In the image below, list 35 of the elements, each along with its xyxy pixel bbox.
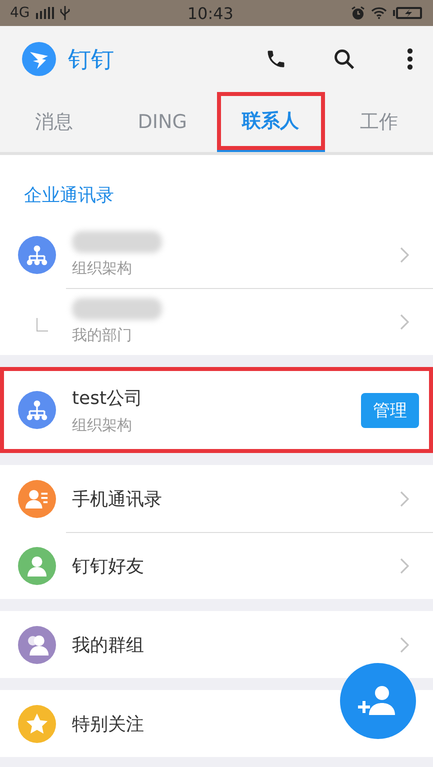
tab[interactable]: 联系人 xyxy=(216,92,325,152)
tab[interactable]: 工作 xyxy=(324,92,433,152)
search-icon[interactable] xyxy=(333,48,355,70)
phone-icon[interactable] xyxy=(265,48,287,70)
row-subtitle: 组织架构 xyxy=(72,259,133,278)
signal-icon xyxy=(36,7,54,19)
battery-icon xyxy=(393,6,423,20)
tree-branch-icon xyxy=(36,318,48,332)
list-row[interactable]: test公司 组织架构 管理 xyxy=(0,367,433,453)
list-row[interactable]: 钉钉好友 xyxy=(0,532,433,599)
list-row[interactable]: 我的部门 xyxy=(0,288,433,355)
tab[interactable]: 消息 xyxy=(0,92,108,152)
more-icon[interactable] xyxy=(407,48,413,70)
row-title: 钉钉好友 xyxy=(72,554,145,578)
tab[interactable]: DING xyxy=(108,92,216,152)
list-row[interactable]: 特别关注 xyxy=(0,690,433,757)
row-subtitle: 组织架构 xyxy=(72,416,133,434)
section-header: 企业通讯录 xyxy=(23,184,115,208)
row-title: 手机通讯录 xyxy=(72,488,163,510)
row-title: 我的群组 xyxy=(72,634,145,656)
app-title: 钉钉 xyxy=(68,46,114,74)
alarm-icon xyxy=(351,6,365,20)
status-time: 10:43 xyxy=(187,4,234,22)
add-contact-button[interactable] xyxy=(340,663,416,739)
manage-button[interactable]: 管理 xyxy=(361,392,419,428)
app-logo-icon xyxy=(22,42,56,76)
list-row[interactable]: 我的群组 xyxy=(0,611,433,678)
usb-icon xyxy=(60,6,70,20)
list-row[interactable]: 手机通讯录 xyxy=(0,465,433,532)
list-row[interactable]: 组织架构 xyxy=(0,221,433,288)
network-label: 4G xyxy=(10,5,30,21)
row-subtitle: 我的部门 xyxy=(72,326,133,345)
row-title: test公司 xyxy=(72,386,144,410)
wifi-icon xyxy=(371,7,387,19)
row-title: 特别关注 xyxy=(72,712,145,736)
